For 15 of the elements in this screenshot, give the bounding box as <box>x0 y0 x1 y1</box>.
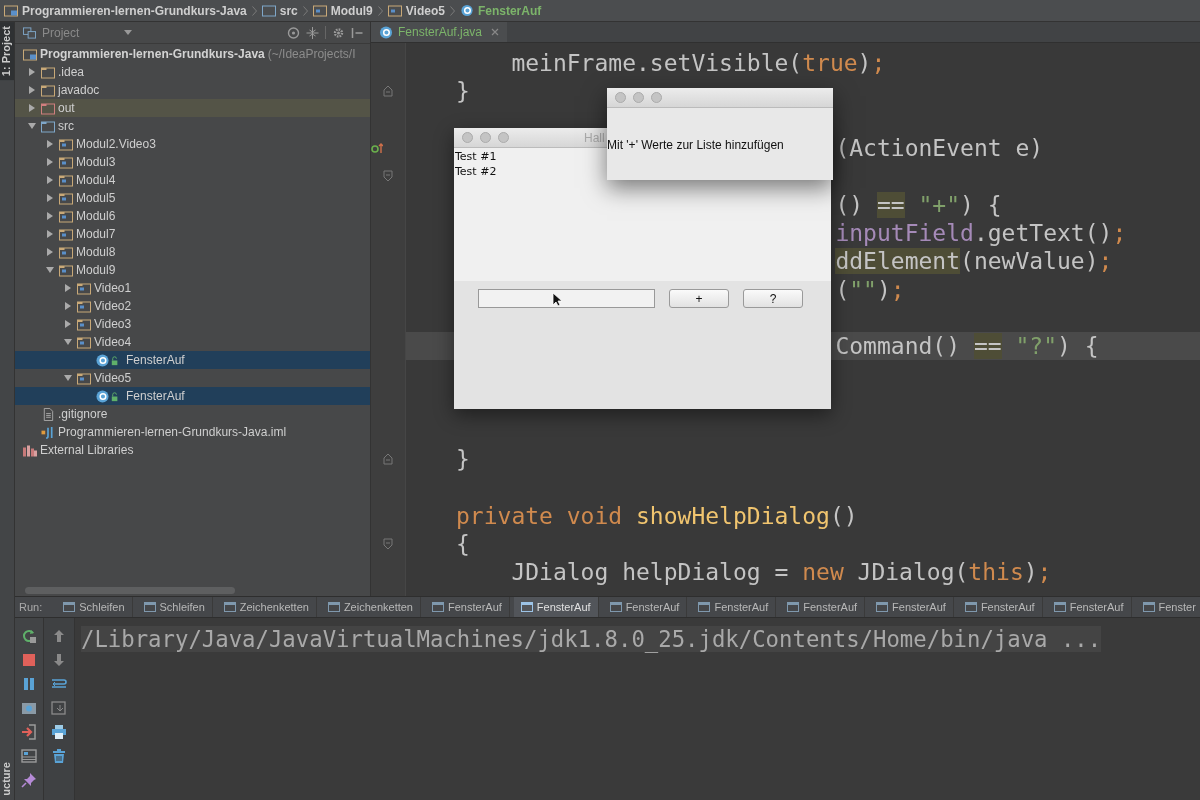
code-line: (""); <box>835 276 905 303</box>
code-line: meinFrame.setVisible(true); <box>510 50 886 77</box>
code-line: JDialog helpDialog = new JDialog(this); <box>510 559 1052 586</box>
code-line: inputField.getText(); <box>835 219 1127 246</box>
code-line: (ActionEvent e) <box>835 135 1044 162</box>
project-path: (~/IdeaProjects/I <box>267 47 356 61</box>
code-line: private void showHelpDialog() <box>456 502 858 529</box>
code-line: { <box>456 531 470 558</box>
code-line: Command() == "?") { <box>835 333 1099 360</box>
code-line: () == "+") { <box>835 191 1002 218</box>
run-label: Run: <box>19 601 43 613</box>
code-line: } <box>456 446 470 473</box>
console-output: /Library/Java/JavaVirtualMachines/jdk1.8.0_25.jdk/Contents/Home/bin/java ... <box>81 626 1102 652</box>
code-line: } <box>456 78 470 105</box>
code-line: ddElement(newValue); <box>835 248 1113 275</box>
